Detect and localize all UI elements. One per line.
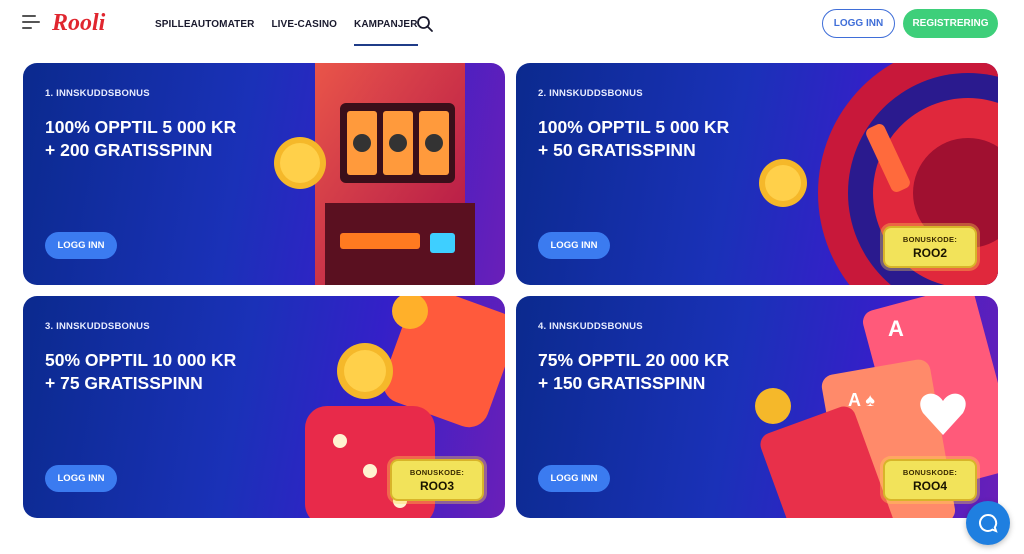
menu-icon[interactable] bbox=[22, 15, 40, 29]
bonus-code-badge[interactable]: BONUSKODE: ROO3 bbox=[390, 459, 484, 501]
bonus-code-key: BONUSKODE: bbox=[902, 234, 958, 244]
bonus-code-value: ROO4 bbox=[912, 478, 947, 493]
promo-card-3[interactable]: 3. INNSKUDDSBONUS 50% OPPTIL 10 000 KR +… bbox=[23, 296, 505, 518]
bonus-code-badge[interactable]: BONUSKODE: ROO2 bbox=[883, 226, 977, 268]
promo-label: 3. INNSKUDDSBONUS bbox=[45, 321, 150, 332]
svg-text:A ♠: A ♠ bbox=[848, 390, 875, 410]
nav-spilleautomater[interactable]: SPILLEAUTOMATER bbox=[155, 0, 254, 48]
promo-title: 50% OPPTIL 10 000 KR + 75 GRATISSPINN bbox=[45, 349, 236, 395]
promo-title-line-1: 100% OPPTIL 5 000 KR bbox=[538, 117, 730, 137]
bonus-code-key: BONUSKODE: bbox=[902, 467, 958, 477]
promo-login-button[interactable]: LOGG INN bbox=[538, 232, 610, 259]
site-header: Rooli SPILLEAUTOMATER LIVE-CASINO KAMPAN… bbox=[0, 0, 1024, 48]
svg-text:A: A bbox=[888, 316, 904, 341]
promo-title: 100% OPPTIL 5 000 KR + 50 GRATISSPINN bbox=[538, 116, 729, 162]
promo-login-button[interactable]: LOGG INN bbox=[45, 465, 117, 492]
promo-title-line-2: + 75 GRATISSPINN bbox=[45, 373, 203, 393]
register-button[interactable]: REGISTRERING bbox=[903, 9, 998, 38]
logo-text: Rooli bbox=[51, 10, 106, 36]
promo-card-2[interactable]: 2. INNSKUDDSBONUS 100% OPPTIL 5 000 KR +… bbox=[516, 63, 998, 285]
promo-title-line-1: 75% OPPTIL 20 000 KR bbox=[538, 350, 730, 370]
nav-kampanjer[interactable]: KAMPANJER bbox=[354, 0, 418, 48]
promo-login-button[interactable]: LOGG INN bbox=[45, 232, 117, 259]
nav-live-casino[interactable]: LIVE-CASINO bbox=[271, 0, 337, 48]
promo-title-line-2: + 200 GRATISSPINN bbox=[45, 140, 213, 160]
bonus-code-key: BONUSKODE: bbox=[409, 467, 465, 477]
chat-icon[interactable] bbox=[966, 501, 1010, 545]
promo-login-button[interactable]: LOGG INN bbox=[538, 465, 610, 492]
rooli-logo[interactable]: Rooli bbox=[50, 7, 112, 37]
main-nav: SPILLEAUTOMATER LIVE-CASINO KAMPANJER bbox=[155, 0, 418, 48]
login-button[interactable]: LOGG INN bbox=[822, 9, 895, 38]
promo-title: 100% OPPTIL 5 000 KR + 200 GRATISSPINN bbox=[45, 116, 236, 162]
promo-card-1[interactable]: 1. INNSKUDDSBONUS 100% OPPTIL 5 000 KR +… bbox=[23, 63, 505, 285]
promo-label: 1. INNSKUDDSBONUS bbox=[45, 88, 150, 99]
promo-card-4[interactable]: A A ♠ 4. INNSKUDDSBONUS 75% OPPTIL 20 00… bbox=[516, 296, 998, 518]
promo-title: 75% OPPTIL 20 000 KR + 150 GRATISSPINN bbox=[538, 349, 729, 395]
bonus-code-badge[interactable]: BONUSKODE: ROO4 bbox=[883, 459, 977, 501]
bonus-code-value: ROO3 bbox=[419, 478, 454, 493]
slot-machine-illustration bbox=[274, 63, 475, 285]
search-icon[interactable] bbox=[416, 15, 434, 33]
promo-title-line-2: + 150 GRATISSPINN bbox=[538, 373, 706, 393]
bonus-code-value: ROO2 bbox=[912, 245, 947, 260]
promo-title-line-1: 50% OPPTIL 10 000 KR bbox=[45, 350, 237, 370]
promo-title-line-2: + 50 GRATISSPINN bbox=[538, 140, 696, 160]
promo-label: 4. INNSKUDDSBONUS bbox=[538, 321, 643, 332]
promo-label: 2. INNSKUDDSBONUS bbox=[538, 88, 643, 99]
promo-title-line-1: 100% OPPTIL 5 000 KR bbox=[45, 117, 237, 137]
